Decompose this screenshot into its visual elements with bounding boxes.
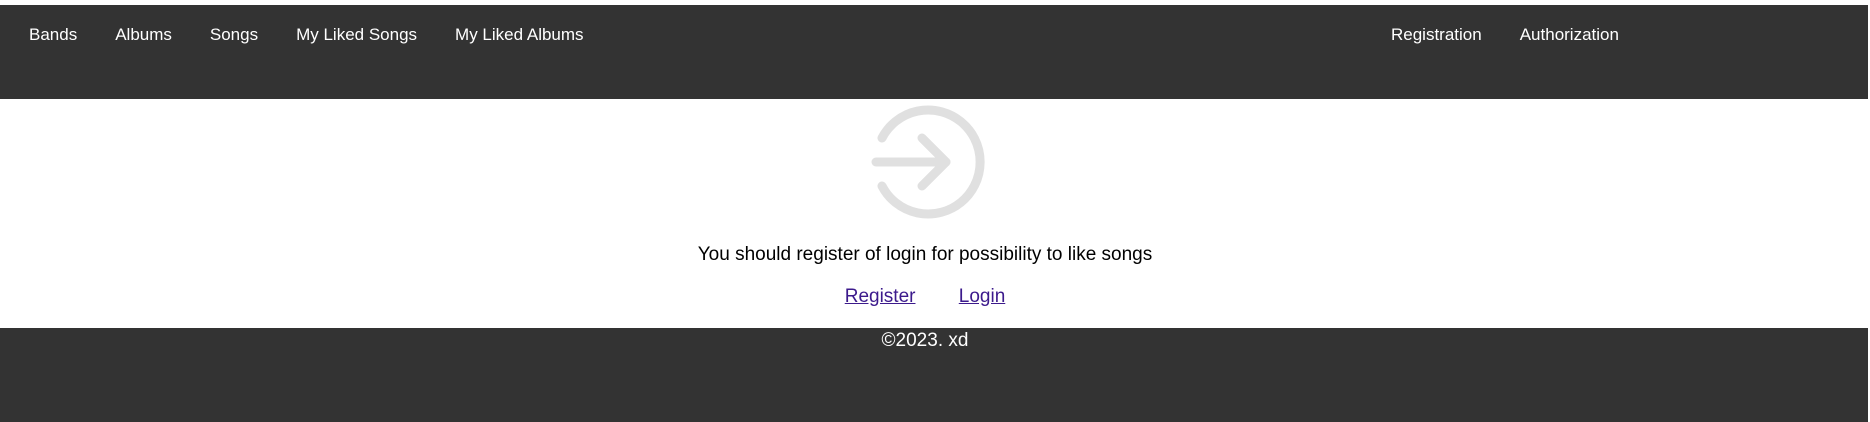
copyright-text: ©2023. xd bbox=[881, 330, 969, 351]
auth-links: Register Login bbox=[0, 286, 1850, 308]
login-arrow-circle-icon bbox=[871, 105, 985, 219]
nav-link-albums[interactable]: Albums bbox=[115, 25, 172, 45]
login-required-message: You should register of login for possibi… bbox=[697, 244, 1153, 265]
nav-link-bands[interactable]: Bands bbox=[29, 25, 77, 45]
nav-link-songs[interactable]: Songs bbox=[210, 25, 258, 45]
register-link[interactable]: Register bbox=[845, 286, 916, 307]
nav-link-my-liked-albums[interactable]: My Liked Albums bbox=[455, 25, 584, 45]
page: Bands Albums Songs My Liked Songs My Lik… bbox=[0, 0, 1870, 422]
nav-left-group: Bands Albums Songs My Liked Songs My Lik… bbox=[29, 5, 622, 65]
nav-link-my-liked-songs[interactable]: My Liked Songs bbox=[296, 25, 417, 45]
login-link[interactable]: Login bbox=[959, 286, 1006, 307]
navbar: Bands Albums Songs My Liked Songs My Lik… bbox=[0, 5, 1870, 99]
nav-right-group: Registration Authorization bbox=[1391, 5, 1657, 65]
nav-link-authorization[interactable]: Authorization bbox=[1520, 25, 1619, 45]
main-content: You should register of login for possibi… bbox=[0, 99, 1870, 328]
footer: ©2023. xd bbox=[0, 328, 1870, 422]
nav-link-registration[interactable]: Registration bbox=[1391, 25, 1482, 45]
